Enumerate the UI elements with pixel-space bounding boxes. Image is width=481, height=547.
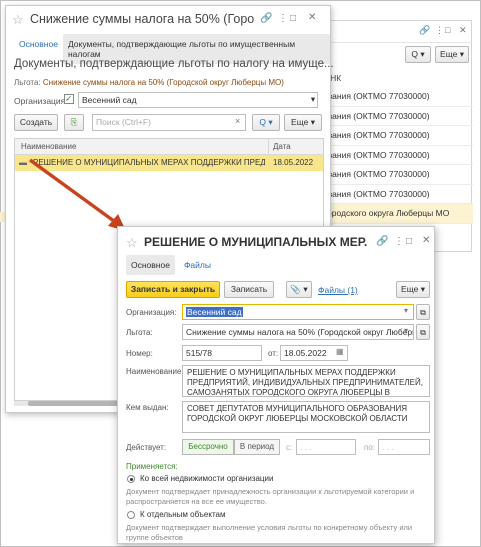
- attach-button[interactable]: 📎 ▾: [286, 281, 312, 298]
- radio-separate-objects-hint: Документ подтверждает выполнение условия…: [126, 523, 413, 542]
- number-field[interactable]: 515/78: [182, 345, 262, 361]
- issued-by-label: Кем выдан:: [126, 403, 169, 412]
- benefit-field[interactable]: Снижение суммы налога на 50% (Городской …: [182, 324, 414, 340]
- valid-indefinite-toggle[interactable]: Бессрочно: [182, 439, 234, 455]
- period-to-label: по:: [364, 443, 376, 452]
- files-link[interactable]: Файлы (1): [318, 285, 358, 295]
- dropdown-arrow-icon[interactable]: ▾: [404, 306, 408, 315]
- window-title: РЕШЕНИЕ О МУНИЦИПАЛЬНЫХ МЕР...: [144, 235, 368, 249]
- number-label: Номер:: [126, 349, 153, 358]
- more-button[interactable]: Еще ▾: [396, 281, 430, 298]
- radio-all-property[interactable]: [127, 475, 135, 483]
- save-and-close-button[interactable]: Записать и закрыть: [126, 281, 220, 298]
- document-window: ☆ РЕШЕНИЕ О МУНИЦИПАЛЬНЫХ МЕР... 🔗 ⋮ □ ✕…: [117, 226, 435, 544]
- dropdown-arrow-icon[interactable]: ▾: [404, 326, 408, 335]
- issued-by-textarea[interactable]: СОВЕТ ДЕПУТАТОВ МУНИЦИПАЛЬНОГО ОБРАЗОВАН…: [182, 401, 430, 433]
- applies-label: Применяется:: [126, 462, 178, 471]
- radio-separate-objects[interactable]: [127, 511, 135, 519]
- name-textarea[interactable]: РЕШЕНИЕ О МУНИЦИПАЛЬНЫХ МЕРАХ ПОДДЕРЖКИ …: [182, 365, 430, 397]
- tabs: Основное Файлы: [126, 255, 216, 275]
- close-icon[interactable]: ✕: [422, 235, 430, 246]
- org-field[interactable]: Весенний сад: [182, 304, 414, 320]
- valid-label: Действует:: [126, 443, 167, 452]
- open-icon[interactable]: ⧉: [416, 324, 430, 340]
- open-icon[interactable]: ⧉: [416, 304, 430, 320]
- period-from-field[interactable]: . . .: [296, 439, 356, 455]
- date-from-label: от:: [268, 349, 279, 358]
- radio-all-property-label[interactable]: Ко всей недвижимости организации: [140, 474, 273, 483]
- save-button[interactable]: Записать: [224, 281, 274, 298]
- benefit-label: Льгота:: [126, 328, 153, 337]
- menu-dots-icon[interactable]: ⋮: [394, 236, 404, 247]
- period-to-field[interactable]: . . .: [378, 439, 430, 455]
- link-icon[interactable]: 🔗: [376, 236, 388, 247]
- period-from-label: с:: [286, 443, 293, 452]
- star-icon[interactable]: ☆: [126, 235, 138, 251]
- tab-main[interactable]: Основное: [126, 255, 175, 275]
- valid-period-toggle[interactable]: В период: [234, 439, 280, 455]
- tab-files[interactable]: Файлы: [179, 255, 216, 275]
- radio-all-property-hint: Документ подтверждает принадлежность орг…: [126, 487, 415, 506]
- org-label: Организация:: [126, 308, 177, 317]
- calendar-icon[interactable]: ▦: [336, 347, 344, 356]
- paperclip-icon: 📎: [290, 284, 301, 294]
- maximize-icon[interactable]: □: [406, 236, 412, 247]
- radio-separate-objects-label[interactable]: К отдельным объектам: [140, 510, 225, 519]
- name-label: Наименование:: [126, 367, 184, 376]
